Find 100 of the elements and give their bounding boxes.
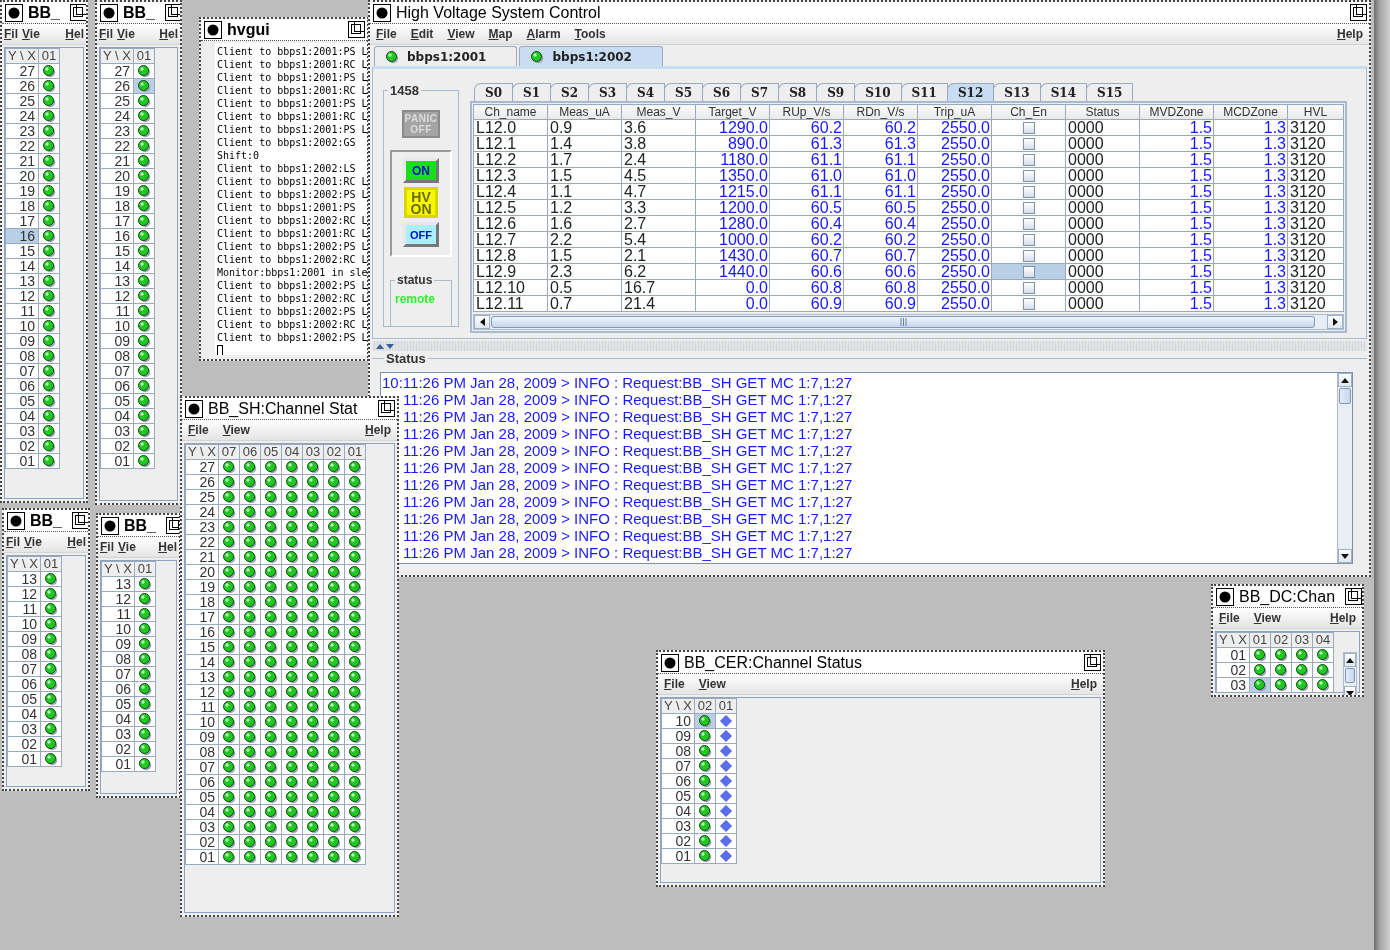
menu-item[interactable]: Fil	[6, 535, 20, 549]
column-header[interactable]: Target_V	[695, 104, 770, 120]
scroll-thumb[interactable]	[491, 316, 1315, 328]
checkbox[interactable]	[1023, 137, 1035, 150]
checkbox[interactable]	[1023, 297, 1035, 310]
menu-item[interactable]: Vie	[117, 27, 135, 41]
checkbox[interactable]	[1023, 153, 1035, 166]
menu-item[interactable]: Help	[1071, 677, 1097, 691]
checkbox[interactable]	[1023, 217, 1035, 230]
log-line: 11:26 PM Jan 28, 2009 > INFO : Request:BB_SH GET MC 1:7,1:27	[403, 510, 853, 527]
slot-tab[interactable]: S12	[946, 83, 995, 101]
menu-item[interactable]: Vie	[118, 540, 136, 554]
window-menu-icon[interactable]	[204, 20, 222, 39]
window-menu-icon[interactable]	[1216, 587, 1234, 606]
menu-item[interactable]: Help	[365, 423, 391, 437]
maximize-icon[interactable]	[378, 400, 395, 417]
menu-item[interactable]: Hel	[158, 540, 177, 554]
checkbox[interactable]	[1023, 121, 1035, 134]
corner-header: Y \ X	[100, 48, 134, 64]
checkbox[interactable]	[1023, 201, 1035, 214]
window-menu-icon[interactable]	[5, 3, 23, 22]
console-line: Client to bbps1:2001:PS L	[217, 97, 367, 110]
column-header[interactable]: MVDZone	[1139, 104, 1214, 120]
slot-tab[interactable]: S0	[474, 83, 513, 101]
power-button[interactable]: ON	[403, 158, 439, 184]
column-header[interactable]: RDn_V/s	[843, 104, 918, 120]
column-header[interactable]: Ch_name	[473, 104, 548, 120]
menu-item[interactable]: Vie	[22, 27, 40, 41]
led-icon	[305, 835, 320, 849]
menu-item[interactable]: File	[376, 27, 397, 41]
checkbox[interactable]	[1023, 249, 1035, 262]
maximize-icon[interactable]	[348, 21, 365, 38]
led-icon	[242, 610, 257, 624]
column-header[interactable]: RUp_V/s	[769, 104, 844, 120]
window-menu-icon[interactable]	[373, 3, 391, 22]
led-icon	[326, 535, 341, 549]
checkbox[interactable]	[1023, 169, 1035, 182]
menu-item[interactable]: View	[222, 423, 250, 437]
window-menu-icon[interactable]	[661, 653, 679, 672]
maximize-icon[interactable]	[166, 517, 179, 534]
menu-item[interactable]: View	[447, 27, 475, 41]
menu-item[interactable]: Map	[488, 27, 513, 41]
menu-item[interactable]: Hel	[65, 27, 84, 41]
horizontal-scrollbar[interactable]	[473, 314, 1344, 330]
menu-item[interactable]: File	[188, 423, 209, 437]
checkbox[interactable]	[1023, 233, 1035, 246]
column-header[interactable]: HVL	[1287, 104, 1344, 120]
menu-item[interactable]: View	[1253, 611, 1281, 625]
menu-item[interactable]: Fil	[100, 540, 114, 554]
maximize-icon[interactable]	[1345, 588, 1362, 605]
checkbox[interactable]	[1023, 281, 1035, 294]
menu-item[interactable]: Fil	[99, 27, 113, 41]
vertical-scrollbar[interactable]	[1337, 373, 1352, 563]
led-icon	[326, 760, 341, 774]
menu-item[interactable]: File	[664, 677, 685, 691]
window-menu-icon[interactable]	[185, 399, 203, 418]
slot-tab[interactable]: S15	[1086, 83, 1134, 101]
tab[interactable]: bbps1:2002	[519, 46, 663, 66]
window-menu-icon[interactable]	[101, 516, 119, 535]
maximize-icon[interactable]	[70, 4, 86, 21]
led-icon	[347, 610, 362, 624]
menu-item[interactable]: Hel	[159, 27, 178, 41]
power-button[interactable]: HV ON	[404, 187, 438, 219]
menu-item[interactable]: Help	[1337, 27, 1363, 41]
column-header[interactable]: Trip_uA	[917, 104, 992, 120]
window-menu-icon[interactable]	[7, 511, 25, 530]
menu-item[interactable]: Tools	[574, 27, 606, 41]
checkbox[interactable]	[1023, 265, 1035, 278]
led-icon	[263, 790, 278, 804]
menu-item[interactable]: Hel	[67, 535, 86, 549]
column-header[interactable]: Status	[1065, 104, 1140, 120]
column-header[interactable]: MCDZone	[1213, 104, 1288, 120]
tab[interactable]: bbps1:2001	[374, 46, 518, 66]
corner-header: Y \ X	[661, 698, 695, 714]
column-header[interactable]: Ch_En	[991, 104, 1066, 120]
menu-item[interactable]: File	[1219, 611, 1240, 625]
maximize-icon[interactable]	[165, 4, 180, 21]
column-header[interactable]: Meas_uA	[547, 104, 622, 120]
menu-item[interactable]: Fil	[4, 27, 18, 41]
scroll-up-button[interactable]	[1338, 373, 1352, 387]
log-line: 11:26 PM Jan 28, 2009 > INFO : Request:BB_SH GET MC 1:7,1:27	[403, 442, 853, 459]
maximize-icon[interactable]	[1350, 4, 1367, 21]
maximize-icon[interactable]	[1084, 654, 1101, 671]
menu-item[interactable]: Alarm	[526, 27, 561, 41]
window-menu-icon[interactable]	[100, 3, 118, 22]
menu-item[interactable]: Vie	[24, 535, 42, 549]
vertical-scrollbar[interactable]	[1343, 652, 1357, 695]
scroll-right-button[interactable]	[1327, 315, 1343, 329]
scroll-thumb[interactable]	[1339, 388, 1351, 404]
column-header[interactable]: Meas_V	[621, 104, 696, 120]
scroll-thumb[interactable]	[1345, 668, 1355, 683]
menu-item[interactable]: Help	[1330, 611, 1356, 625]
maximize-icon[interactable]	[72, 512, 88, 529]
scroll-left-button[interactable]	[474, 315, 490, 329]
power-button[interactable]: OFF	[403, 222, 439, 248]
checkbox[interactable]	[1023, 185, 1035, 198]
menu-item[interactable]: View	[698, 677, 726, 691]
menu-item[interactable]: Edit	[410, 27, 434, 41]
scroll-up-button[interactable]	[1344, 653, 1356, 667]
scroll-down-button[interactable]	[1338, 549, 1352, 563]
